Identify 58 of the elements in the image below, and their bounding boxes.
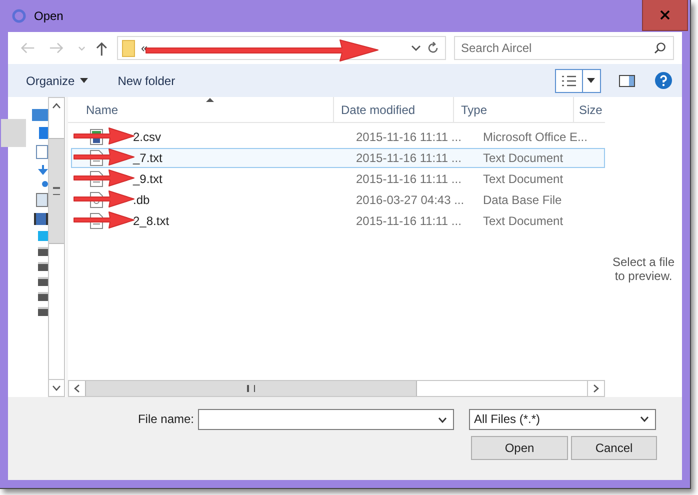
- chevron-down-icon: [52, 385, 61, 391]
- navigation-icon[interactable]: [34, 213, 48, 225]
- file-name: _9.txt: [133, 172, 162, 186]
- file-row[interactable]: 2.csv 2015-11-16 11:11 ... Microsoft Office E...: [71, 127, 605, 147]
- type-cell-text: Text Document: [482, 172, 564, 186]
- date-cell-text: 2015-11-16 11:11 ...: [355, 214, 462, 228]
- help-icon[interactable]: [655, 72, 672, 89]
- cancel-button[interactable]: Cancel: [571, 436, 657, 460]
- vertical-scrollbar[interactable]: [48, 97, 65, 397]
- type-cell-text: Text Document: [482, 151, 564, 165]
- new-folder-button[interactable]: New folder: [118, 74, 176, 88]
- type-cell-text: Data Base File: [482, 193, 563, 207]
- date-cell-text: 2015-11-16 11:11 ...: [355, 151, 462, 165]
- column-header[interactable]: Date modified: [334, 97, 454, 122]
- app-icon: [12, 9, 26, 23]
- open-button[interactable]: Open: [471, 436, 568, 460]
- file-name: 2_8.txt: [133, 214, 170, 228]
- caret-icon: [80, 78, 88, 83]
- file-row[interactable]: _9.txt 2015-11-16 11:11 ... Text Document: [71, 169, 605, 189]
- file-name: _7.txt: [133, 151, 162, 165]
- date-cell-text: 2015-11-16 11:11 ...: [355, 130, 462, 144]
- navigation-icon[interactable]: [36, 145, 48, 159]
- view-button[interactable]: [555, 68, 601, 92]
- search-icon: [654, 42, 666, 54]
- chevron-down-icon[interactable]: [411, 45, 421, 51]
- preview-message: Select a file to preview.: [612, 255, 676, 283]
- refresh-icon[interactable]: [427, 42, 439, 54]
- file-name-label: File name:: [136, 412, 195, 426]
- chevron-up-icon: [52, 103, 61, 109]
- type-cell-text: Text Document: [482, 214, 564, 228]
- chevron-right-icon: [593, 384, 599, 393]
- organize-button[interactable]: Organize: [26, 74, 88, 88]
- up-icon[interactable]: [96, 40, 108, 56]
- chevron-down-icon: [640, 416, 649, 422]
- date-cell-text: 2015-11-16 11:11 ...: [355, 172, 462, 186]
- folder-icon: [122, 40, 136, 56]
- caret-icon: [587, 78, 595, 83]
- file-row[interactable]: _7.txt 2015-11-16 11:11 ... Text Document: [71, 148, 605, 168]
- details-view-icon: [561, 74, 577, 86]
- close-button[interactable]: [642, 0, 688, 31]
- file-name: .db: [133, 193, 150, 207]
- search-field[interactable]: Search Aircel: [454, 36, 674, 60]
- column-header[interactable]: Size: [574, 97, 605, 122]
- file-row[interactable]: 2_8.txt 2015-11-16 11:11 ... Text Document: [71, 211, 605, 231]
- file-row[interactable]: .db 2016-03-27 04:43 ... Data Base File: [71, 190, 605, 210]
- file-type-dropdown[interactable]: All Files (*.*): [469, 408, 656, 430]
- window-title: Open: [34, 9, 64, 23]
- chevron-left-icon: [74, 384, 80, 393]
- file-name: 2.csv: [133, 130, 162, 144]
- chevron-down-icon[interactable]: [438, 416, 447, 422]
- close-icon: [660, 10, 670, 20]
- navigation-icon[interactable]: [36, 193, 48, 207]
- column-header[interactable]: Type: [454, 97, 574, 122]
- preview-pane-icon[interactable]: [619, 74, 635, 86]
- date-cell-text: 2016-03-27 04:43 ...: [355, 193, 466, 207]
- type-cell-text: Microsoft Office E...: [482, 130, 588, 144]
- horizontal-scrollbar[interactable]: [68, 380, 605, 397]
- file-name-field[interactable]: [198, 408, 454, 430]
